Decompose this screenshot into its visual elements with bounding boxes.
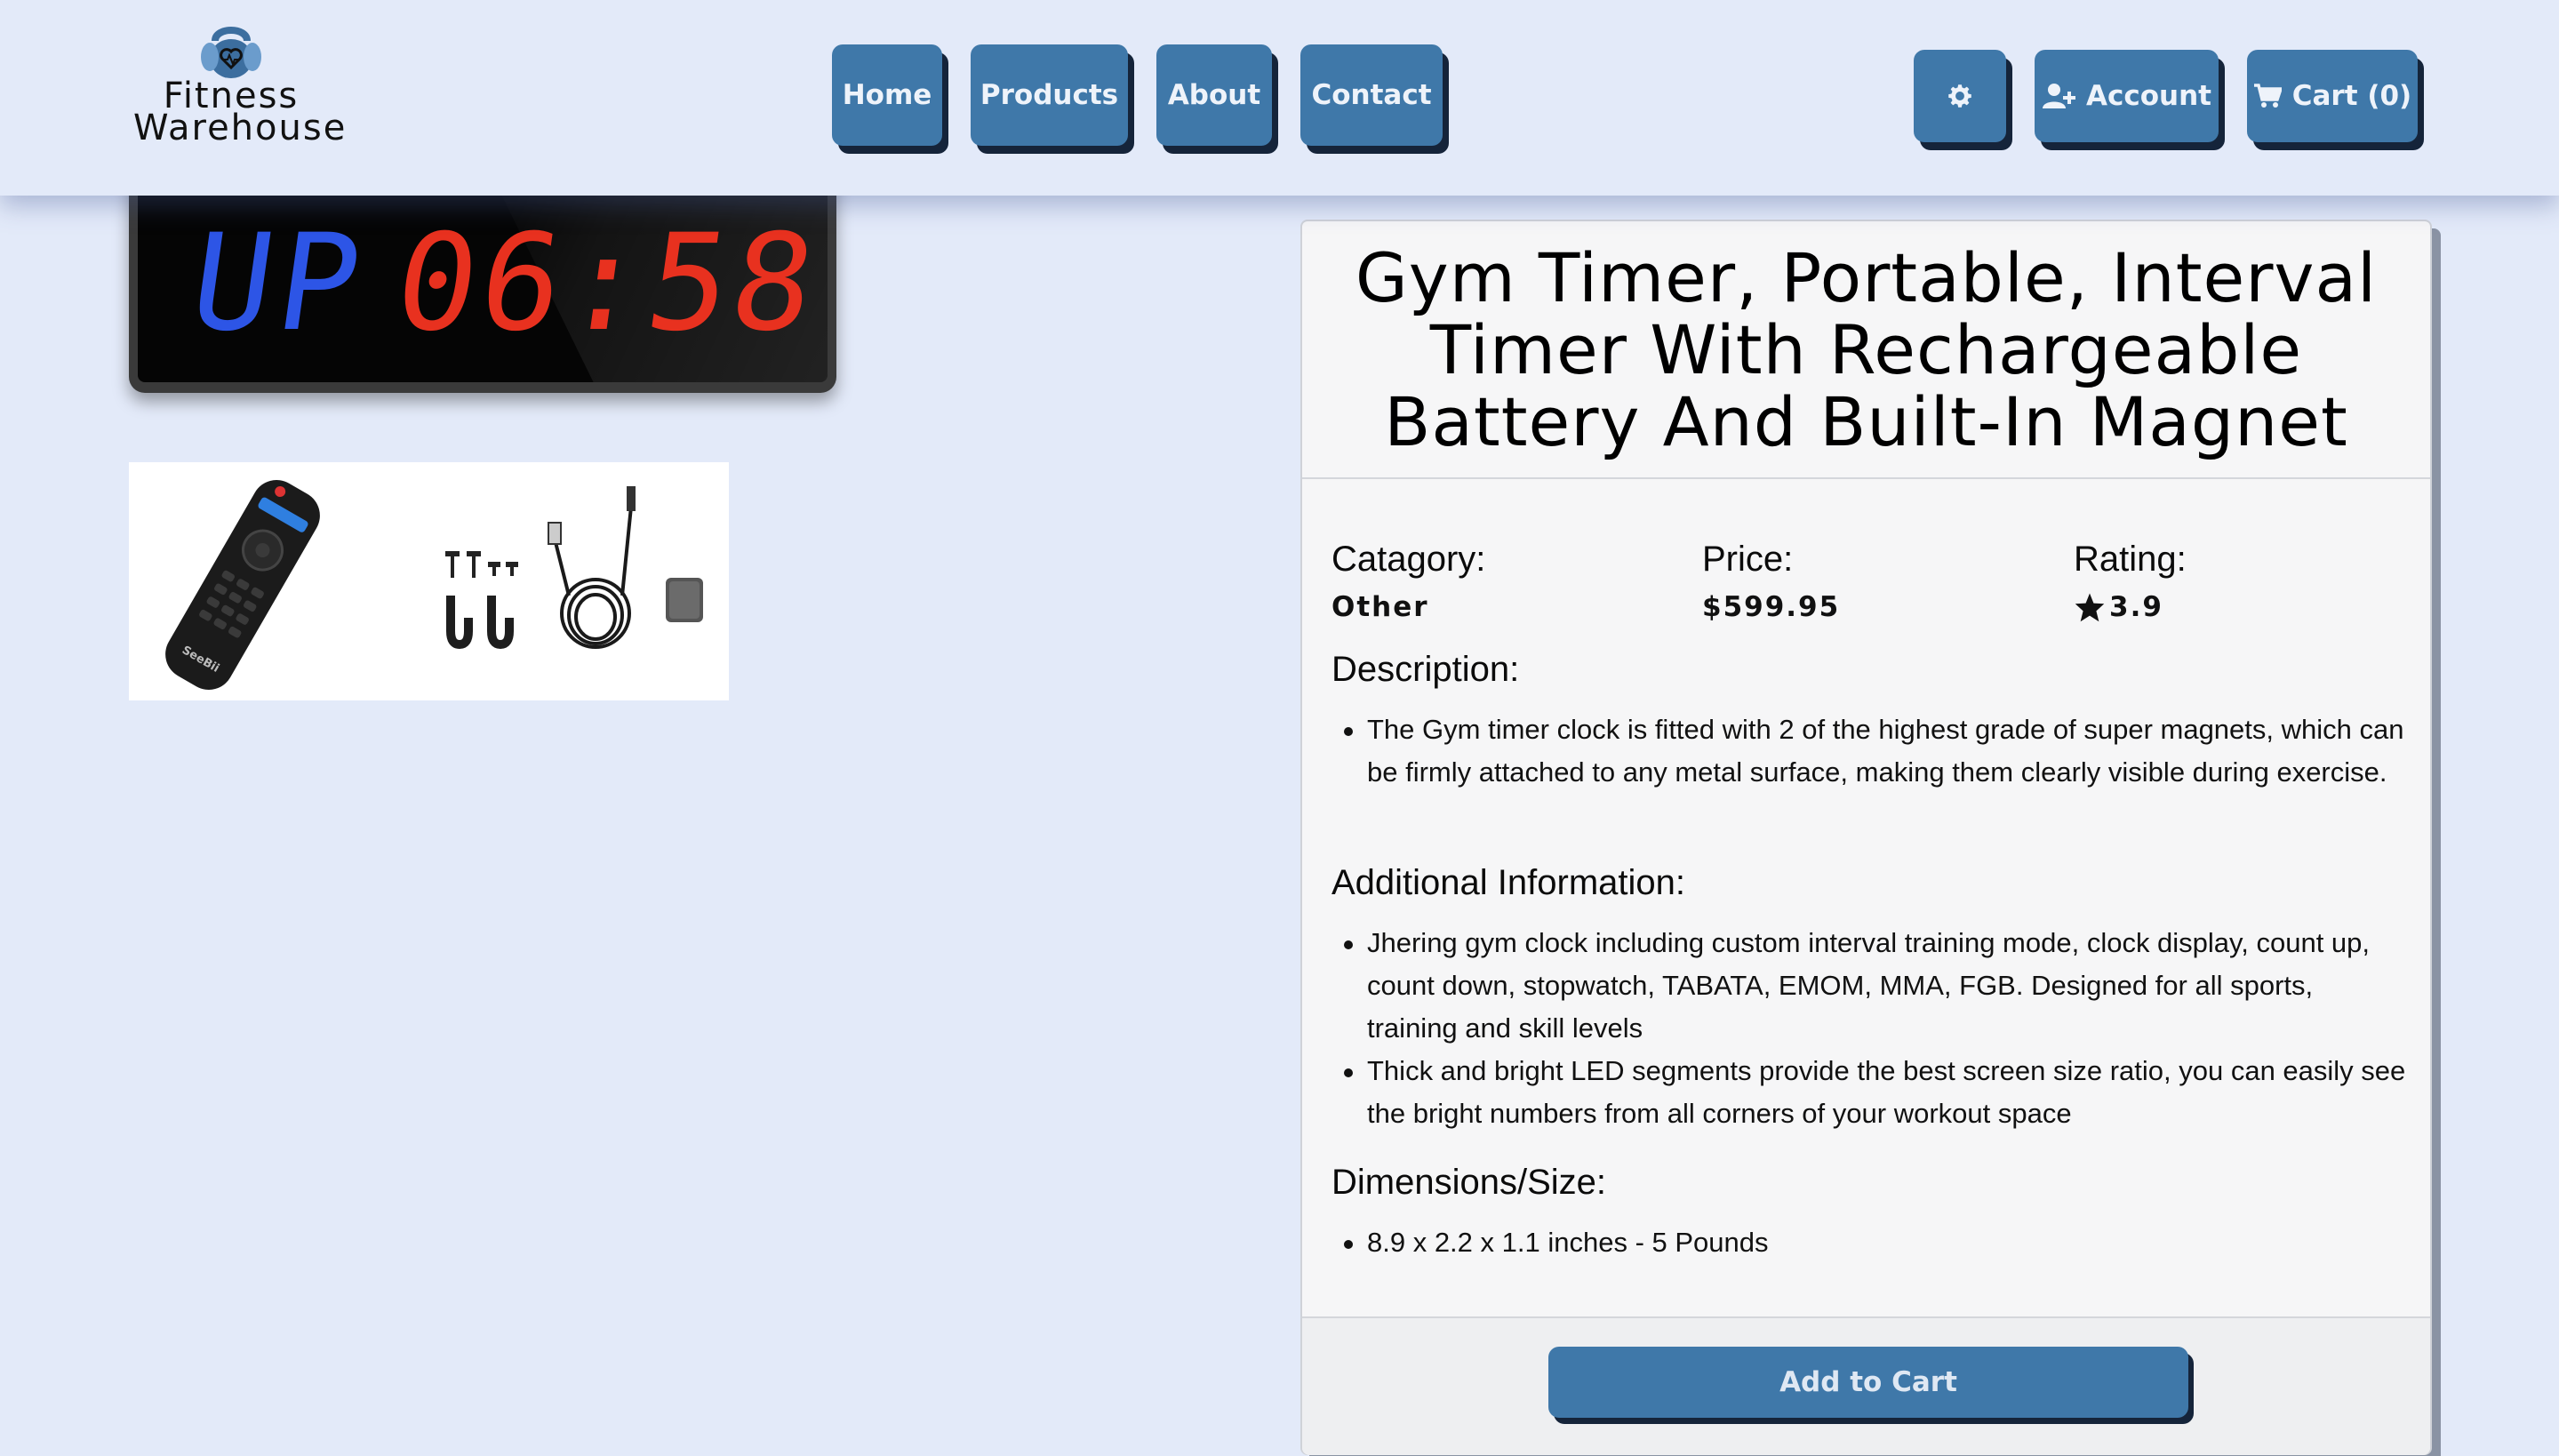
product-title-section: Gym Timer, Portable, Interval Timer With… xyxy=(1302,221,2430,479)
additional-info-list: Jhering gym clock including custom inter… xyxy=(1331,922,2407,1135)
category-value: Other xyxy=(1331,591,1429,623)
card-footer: Add to Cart xyxy=(1302,1316,2430,1455)
add-to-cart-button[interactable]: Add to Cart xyxy=(1548,1347,2188,1418)
category-label: Catagory: xyxy=(1331,540,1486,579)
nav-about-label: About xyxy=(1167,79,1261,111)
description-heading: Description: xyxy=(1331,650,1520,689)
account-label: Account xyxy=(2086,80,2211,112)
led-mode-text: UP xyxy=(182,205,375,361)
mounting-hooks-image xyxy=(446,596,514,650)
nav-contact-label: Contact xyxy=(1311,79,1432,111)
description-item: The Gym timer clock is fitted with 2 of … xyxy=(1331,708,2407,794)
product-thumbnail-accessories[interactable]: SeeBii xyxy=(129,462,729,700)
description-list: The Gym timer clock is fitted with 2 of … xyxy=(1331,708,2407,794)
price-value: $599.95 xyxy=(1702,591,1841,623)
led-display: UP 06:58 xyxy=(138,169,828,382)
additional-info-heading: Additional Information: xyxy=(1331,863,1686,902)
screws-image xyxy=(445,551,518,578)
dimensions-list: 8.9 x 2.2 x 1.1 inches - 5 Pounds xyxy=(1331,1221,2407,1264)
product-main-image[interactable]: UP 06:58 xyxy=(129,169,836,393)
nav-about-button[interactable]: About xyxy=(1156,44,1272,146)
account-button[interactable]: Account xyxy=(2035,50,2219,142)
led-time-text: 06:58 xyxy=(387,205,828,361)
brand-name-line2: Warehouse xyxy=(133,108,348,148)
site-header: Fitness Warehouse Home Products About Co… xyxy=(0,0,2559,196)
kettlebell-heart-icon xyxy=(201,27,261,78)
dimensions-heading: Dimensions/Size: xyxy=(1331,1163,1607,1202)
power-adapter-image xyxy=(666,578,703,622)
product-title: Gym Timer, Portable, Interval Timer With… xyxy=(1355,237,2378,461)
shopping-cart-icon xyxy=(2253,84,2282,108)
rating-value: 3.9 xyxy=(2109,591,2163,623)
remote-control-image: SeeBii xyxy=(165,479,320,691)
star-icon xyxy=(2075,593,2105,622)
usb-cable-image xyxy=(548,486,636,649)
dimensions-item: 8.9 x 2.2 x 1.1 inches - 5 Pounds xyxy=(1331,1221,2407,1264)
rating-display: 3.9 xyxy=(2074,591,2163,623)
nav-home-label: Home xyxy=(842,79,932,111)
brand-logo[interactable]: Fitness Warehouse xyxy=(133,23,348,165)
additional-info-item: Jhering gym clock including custom inter… xyxy=(1331,922,2407,1050)
nav-products-button[interactable]: Products xyxy=(971,44,1128,146)
nav-home-button[interactable]: Home xyxy=(832,44,942,146)
settings-button[interactable] xyxy=(1914,50,2006,142)
add-user-icon xyxy=(2043,84,2075,108)
rating-label: Rating: xyxy=(2074,540,2187,579)
price-label: Price: xyxy=(1702,540,1794,579)
cart-label: Cart (0) xyxy=(2291,80,2412,112)
nav-contact-button[interactable]: Contact xyxy=(1300,44,1443,146)
nav-products-label: Products xyxy=(980,79,1119,111)
gear-icon xyxy=(1948,84,1971,108)
additional-info-item: Thick and bright LED segments provide th… xyxy=(1331,1050,2407,1135)
cart-button[interactable]: Cart (0) xyxy=(2247,50,2418,142)
product-detail-card: Gym Timer, Portable, Interval Timer With… xyxy=(1300,220,2432,1455)
